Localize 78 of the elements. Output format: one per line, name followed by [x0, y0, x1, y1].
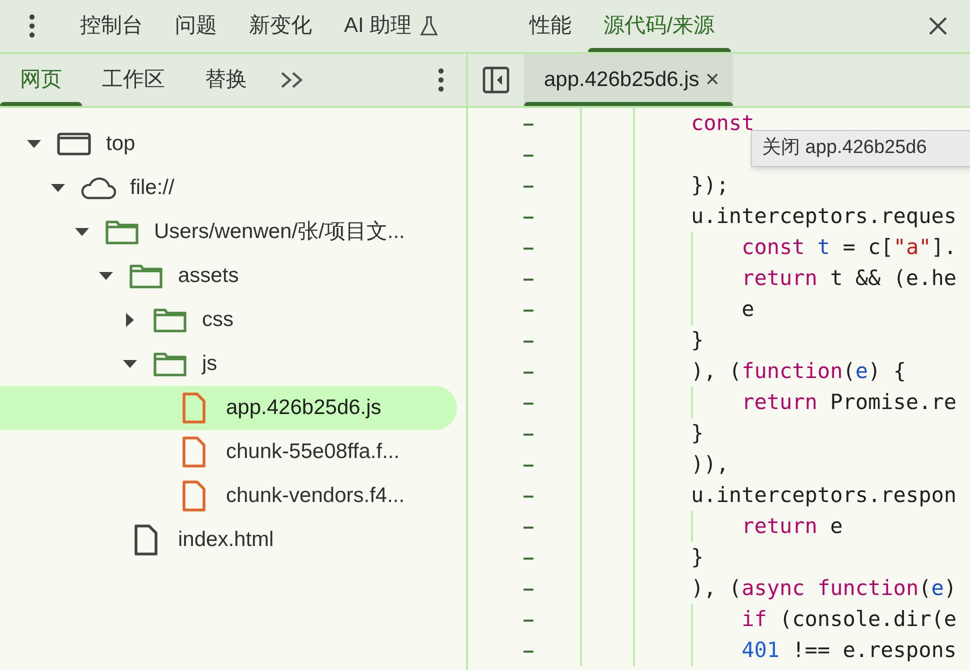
- tree-item[interactable]: app.426b25d6.js: [0, 386, 457, 430]
- diff-marker: –: [522, 236, 534, 260]
- tree-item[interactable]: chunk-vendors.f4...: [0, 474, 457, 518]
- tree-item[interactable]: css: [0, 298, 457, 342]
- expanded-arrow-icon[interactable]: [75, 228, 89, 236]
- code-line: u.interceptors.respon: [691, 482, 957, 509]
- code-line: }: [691, 326, 704, 354]
- flask-icon: [420, 16, 438, 36]
- tooltip: 关闭 app.426b25d6: [751, 130, 970, 167]
- sidebar-toggle-icon[interactable]: [482, 66, 510, 94]
- folder-icon: [153, 351, 187, 377]
- more-options-icon[interactable]: [29, 14, 35, 38]
- diff-marker: –: [522, 638, 534, 664]
- file-icon: [182, 392, 206, 424]
- file-icon: [182, 436, 206, 468]
- folder-icon: [129, 263, 163, 289]
- diff-marker: –: [522, 142, 534, 168]
- panel-tab[interactable]: 源代码/来源: [588, 0, 731, 52]
- close-tab-button[interactable]: ×: [705, 68, 720, 92]
- diff-marker: –: [522, 576, 534, 602]
- expanded-arrow-icon[interactable]: [27, 140, 41, 148]
- diff-marker: –: [522, 298, 534, 322]
- cloud-icon: [80, 176, 116, 200]
- tree-item[interactable]: file://: [0, 166, 457, 210]
- tree-item[interactable]: chunk-55e08ffa.f...: [0, 430, 457, 474]
- diff-marker: –: [522, 422, 534, 446]
- diff-marker: –: [522, 484, 534, 508]
- diff-marker: –: [522, 328, 534, 354]
- expanded-arrow-icon[interactable]: [51, 184, 65, 192]
- code-line: ), (function(e) {: [691, 358, 906, 385]
- diff-marker: –: [522, 546, 534, 570]
- panel-tab[interactable]: AI 助理: [328, 0, 454, 52]
- file-icon: [134, 524, 158, 556]
- expanded-arrow-icon[interactable]: [123, 360, 137, 368]
- code-line: return Promise.re: [742, 388, 956, 416]
- panel-tab[interactable]: 性能: [514, 0, 588, 52]
- code-line: }: [691, 544, 704, 571]
- navigator-tab[interactable]: 网页: [0, 54, 82, 106]
- code-line: });: [691, 172, 729, 199]
- diff-marker: –: [522, 452, 534, 478]
- code-line: const t = c["a"].: [742, 234, 957, 261]
- collapsed-arrow-icon[interactable]: [126, 313, 134, 327]
- code-line: if (console.dir(e: [742, 606, 957, 633]
- close-icon[interactable]: [928, 16, 948, 36]
- file-tab[interactable]: app.426b25d6.js ×: [524, 54, 734, 106]
- diff-marker: –: [522, 204, 534, 230]
- diff-marker: –: [522, 514, 534, 540]
- folder-icon: [153, 307, 187, 333]
- diff-marker: –: [522, 174, 534, 198]
- diff-marker: –: [522, 390, 534, 416]
- navigator-tab[interactable]: 工作区: [82, 54, 185, 106]
- expanded-arrow-icon[interactable]: [99, 272, 113, 280]
- more-options-icon[interactable]: [438, 68, 444, 92]
- code-line: 401 !== e.respons: [742, 636, 957, 664]
- folder-icon: [105, 219, 139, 245]
- code-line: ), (async function(e): [691, 574, 957, 602]
- tree-item[interactable]: top: [0, 122, 457, 166]
- navigator-tab[interactable]: 替换: [185, 54, 267, 106]
- window-icon: [57, 132, 91, 156]
- code-line: e: [742, 296, 754, 323]
- panel-tab[interactable]: 控制台: [64, 0, 159, 52]
- code-line: }: [691, 420, 704, 447]
- panel-tab[interactable]: 新变化: [233, 0, 328, 52]
- file-icon: [182, 480, 206, 512]
- diff-marker: –: [522, 266, 534, 292]
- code-line: u.interceptors.reques: [691, 202, 957, 230]
- diff-marker: –: [522, 608, 534, 632]
- diff-marker: –: [522, 360, 534, 384]
- tree-item[interactable]: assets: [0, 254, 457, 298]
- tree-item[interactable]: js: [0, 342, 457, 386]
- code-line: )),: [691, 450, 729, 478]
- code-line: return t && (e.he: [742, 264, 956, 292]
- code-line: return e: [742, 512, 843, 540]
- chevrons-icon[interactable]: [279, 70, 305, 90]
- diff-marker: –: [522, 112, 534, 136]
- panel-tab[interactable]: 问题: [159, 0, 233, 52]
- tree-item[interactable]: Users/wenwen/张/项目文...: [0, 210, 457, 254]
- tree-item[interactable]: index.html: [0, 518, 457, 562]
